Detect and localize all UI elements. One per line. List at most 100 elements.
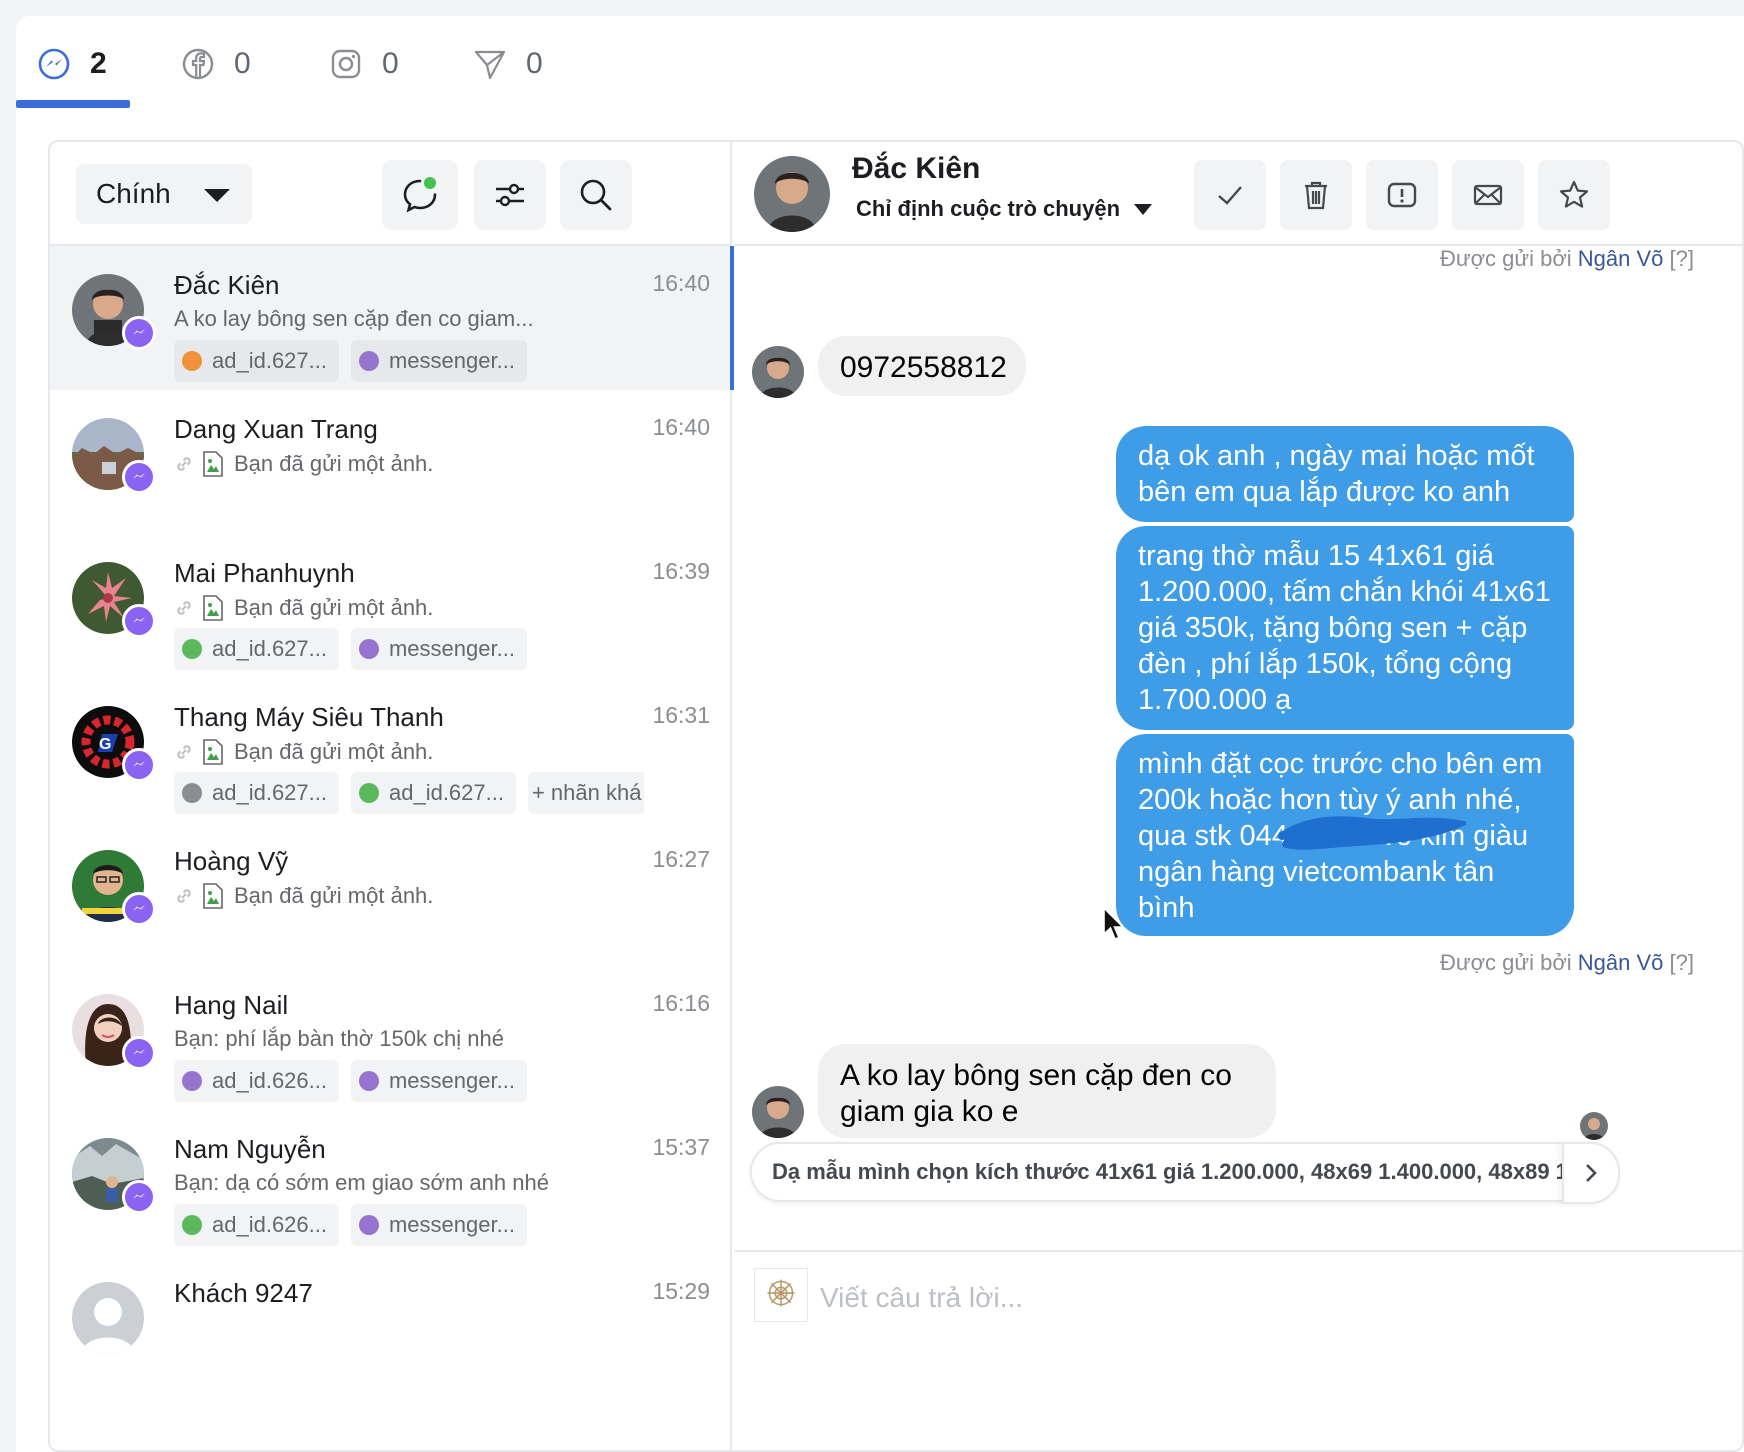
seen-avatar: [1580, 1112, 1608, 1140]
conversation-item[interactable]: Nam Nguyễn 15:37 Bạn: dạ có sớm em giao …: [50, 1110, 732, 1254]
messenger-badge-icon: [122, 1180, 156, 1214]
label-tag[interactable]: ad_id.627...: [174, 628, 339, 670]
snippet-text: Bạn: dạ có sớm em giao sớm anh nhé: [174, 1170, 549, 1195]
incoming-message: A ko lay bông sen cặp đen co giam gia ko…: [818, 1044, 1276, 1138]
outgoing-message: mình đặt cọc trước cho bên em 200k hoặc …: [1116, 734, 1574, 936]
more-tags-label: + nhãn khá: [531, 780, 642, 805]
alert-icon: [1387, 182, 1417, 208]
sent-by-name[interactable]: Ngân Võ: [1578, 950, 1664, 975]
conversation-item[interactable]: Hang Nail 16:16 Bạn: phí lắp bàn thờ 150…: [50, 966, 732, 1110]
contact-name: Dang Xuan Trang: [174, 414, 378, 444]
envelope-icon: [1473, 184, 1503, 206]
label-tag[interactable]: ad_id.627...: [174, 340, 339, 382]
suggested-reply-chip[interactable]: Dạ mẫu mình chọn kích thước 41x61 giá 1.…: [750, 1142, 1620, 1202]
label-tag[interactable]: messenger...: [350, 628, 527, 670]
assign-conversation-dropdown[interactable]: Chỉ định cuộc trò chuyện: [856, 196, 1153, 222]
contact-name: Hang Nail: [174, 990, 289, 1020]
contact-name: Hoàng Vỹ: [174, 846, 289, 876]
message-snippet: Bạn đã gửi một ảnh.: [174, 594, 433, 622]
label-tag[interactable]: messenger...: [350, 1204, 527, 1246]
message-snippet: Bạn: phí lắp bàn thờ 150k chị nhé: [174, 1026, 504, 1052]
snippet-text: Bạn đã gửi một ảnh.: [234, 451, 434, 476]
filter-settings-button[interactable]: [474, 160, 546, 230]
snippet-text: Bạn đã gửi một ảnh.: [234, 739, 434, 764]
tab-messenger-count: 2: [90, 47, 107, 80]
mark-unread-button[interactable]: [1452, 160, 1524, 230]
sent-by-help[interactable]: [?]: [1670, 246, 1694, 271]
label-tag[interactable]: messenger...: [350, 340, 527, 382]
tag-label: messenger...: [388, 636, 515, 661]
list-toolbar: Chính: [50, 142, 732, 246]
snippet-icons: [174, 594, 224, 622]
label-tag[interactable]: messenger...: [350, 1060, 527, 1102]
snippet-text: Bạn đã gửi một ảnh.: [234, 883, 434, 908]
message-time: 16:16: [652, 990, 710, 1016]
tab-direct-count: 0: [526, 47, 543, 80]
sliders-icon: [496, 183, 524, 207]
tag-label: messenger...: [388, 1068, 515, 1093]
inbox-panel: Chính Đắc Kiên 16:40 A ko lay bông sen c…: [48, 140, 1744, 1452]
chat-pane: Đắc Kiên Chỉ định cuộc trò chuyện Được g…: [734, 142, 1742, 1450]
tag-color-dot: [358, 351, 379, 371]
tag-label: messenger...: [388, 348, 515, 373]
label-tag[interactable]: ad_id.626...: [174, 1204, 339, 1246]
star-button[interactable]: [1538, 160, 1610, 230]
tab-instagram[interactable]: 0: [328, 36, 399, 92]
tag-label: ad_id.626...: [212, 1068, 327, 1093]
sent-by-prefix: Được gửi bởi: [1439, 246, 1572, 271]
outgoing-message: dạ ok anh , ngày mai hoặc mốt bên em qua…: [1116, 426, 1574, 522]
attachment-link-icon: [177, 457, 191, 471]
active-tab-indicator: [16, 100, 130, 108]
contact-avatar[interactable]: [754, 156, 830, 232]
reply-input[interactable]: Viết câu trả lời...: [820, 1282, 1023, 1314]
page-logo: [754, 1268, 808, 1322]
trash-icon: [1305, 181, 1327, 210]
conversation-list-pane: Chính Đắc Kiên 16:40 A ko lay bông sen c…: [50, 142, 734, 1450]
message-snippet: A ko lay bông sen cặp đen co giam...: [174, 306, 534, 332]
delete-button[interactable]: [1280, 160, 1352, 230]
contact-name: Mai Phanhuynh: [174, 558, 355, 588]
tab-messenger[interactable]: 2: [36, 36, 107, 92]
tab-direct[interactable]: 0: [472, 36, 543, 92]
message-time: 15:29: [652, 1278, 710, 1304]
message-time: 16:27: [652, 846, 710, 872]
label-tag[interactable]: ad_id.626...: [174, 1060, 339, 1102]
more-tags-chip[interactable]: + nhãn khá: [527, 772, 644, 814]
sent-by-help[interactable]: [?]: [1670, 950, 1694, 975]
avatar: [72, 1282, 144, 1354]
conversation-item[interactable]: Đắc Kiên 16:40 A ko lay bông sen cặp đen…: [50, 246, 734, 390]
contact-name: Nam Nguyễn: [174, 1134, 326, 1164]
chat-header: Đắc Kiên Chỉ định cuộc trò chuyện: [734, 142, 1742, 246]
chevron-right-icon: [1586, 1164, 1597, 1182]
reply-composer: Viết câu trả lời...: [734, 1250, 1742, 1450]
next-suggestion-button[interactable]: [1562, 1142, 1620, 1204]
snippet-text: Bạn đã gửi một ảnh.: [234, 595, 434, 620]
conversation-item[interactable]: Mai Phanhuynh 16:39 Bạn đã gửi một ảnh. …: [50, 534, 732, 678]
label-tag[interactable]: ad_id.627...: [174, 772, 339, 814]
image-file-icon: [203, 739, 223, 765]
tab-instagram-count: 0: [382, 47, 399, 80]
messenger-badge-icon: [122, 604, 156, 638]
tab-facebook[interactable]: 0: [180, 36, 251, 92]
conversation-item[interactable]: G Thang Máy Siêu Thanh 16:31 Bạn đã gửi …: [50, 678, 732, 822]
folder-dropdown[interactable]: Chính: [76, 164, 252, 224]
contact-name-heading: Đắc Kiên: [852, 152, 981, 185]
unread-filter-button[interactable]: [382, 160, 458, 230]
contact-name: Đắc Kiên: [174, 270, 280, 300]
facebook-icon: [182, 48, 214, 80]
tag-color-dot: [358, 1215, 379, 1235]
label-tag[interactable]: ad_id.627...: [350, 772, 516, 814]
mark-spam-button[interactable]: [1366, 160, 1438, 230]
search-button[interactable]: [560, 160, 632, 230]
sent-by-prefix: Được gửi bởi: [1439, 950, 1572, 975]
sent-by-name[interactable]: Ngân Võ: [1578, 246, 1664, 271]
chat-bubble-icon: [403, 177, 437, 213]
tag-color-dot: [358, 639, 379, 659]
label-tags: ad_id.627... ad_id.627... + nhãn khá: [174, 772, 644, 814]
mark-done-button[interactable]: [1194, 160, 1266, 230]
conversation-item[interactable]: Khách 9247 15:29: [50, 1254, 732, 1398]
label-tags: ad_id.627... messenger...: [174, 628, 644, 670]
conversation-item[interactable]: Dang Xuan Trang 16:40 Bạn đã gửi một ảnh…: [50, 390, 732, 534]
conversation-item[interactable]: Hoàng Vỹ 16:27 Bạn đã gửi một ảnh.: [50, 822, 732, 966]
sender-avatar: [752, 346, 804, 398]
